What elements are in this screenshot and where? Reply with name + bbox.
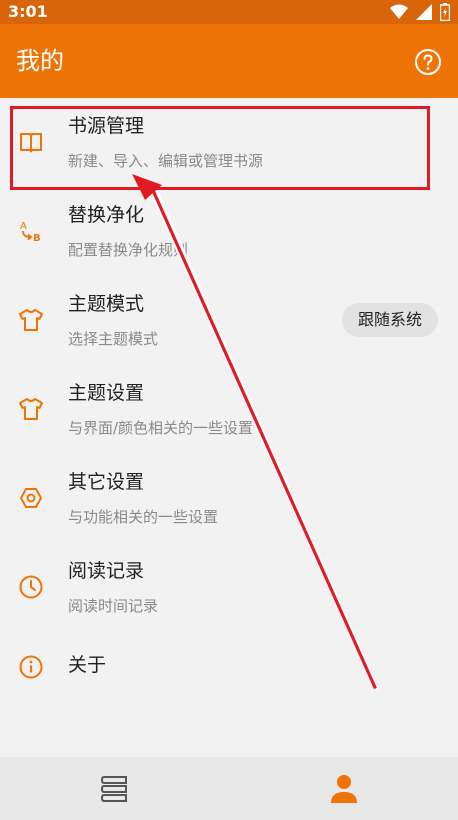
menu-item-subtitle: 阅读时间记录 bbox=[68, 597, 159, 615]
tshirt-icon bbox=[19, 309, 43, 331]
menu-item-subtitle: 新建、导入、编辑或管理书源 bbox=[68, 152, 264, 170]
page-title: 我的 bbox=[16, 47, 64, 75]
menu-item-subtitle: 配置替换净化规则 bbox=[68, 241, 189, 259]
menu-item-title: 主题设置 bbox=[68, 382, 145, 404]
menu-item-other-settings[interactable]: 其它设置 与功能相关的一些设置 bbox=[0, 454, 458, 543]
menu-item-replace[interactable]: A B 替换净化 配置替换净化规则 bbox=[0, 187, 458, 276]
clock-icon bbox=[19, 575, 43, 599]
book-icon bbox=[20, 133, 42, 153]
settings-list: 书源管理 新建、导入、编辑或管理书源 A B 替换净化 配置替换净化规则 主题模… bbox=[0, 98, 458, 702]
menu-item-title: 书源管理 bbox=[68, 115, 145, 137]
menu-item-subtitle: 与界面/颜色相关的一些设置 bbox=[68, 419, 254, 437]
menu-item-title: 关于 bbox=[68, 654, 107, 676]
svg-text:A: A bbox=[20, 221, 27, 232]
menu-item-book-source[interactable]: 书源管理 新建、导入、编辑或管理书源 bbox=[0, 98, 458, 187]
battery-icon bbox=[440, 3, 450, 21]
menu-item-title: 主题模式 bbox=[68, 293, 145, 315]
nav-tab-bookshelf[interactable] bbox=[0, 757, 229, 820]
nav-tab-my[interactable] bbox=[229, 757, 458, 820]
app-bar: 我的 bbox=[0, 24, 458, 98]
replace-ab-icon: A B bbox=[20, 221, 41, 244]
bookshelf-icon bbox=[100, 775, 127, 802]
info-icon bbox=[19, 655, 43, 679]
menu-item-subtitle: 与功能相关的一些设置 bbox=[68, 508, 219, 526]
menu-item-theme-mode[interactable]: 主题模式 选择主题模式 跟随系统 bbox=[0, 276, 458, 365]
menu-item-title: 替换净化 bbox=[68, 204, 145, 226]
status-time: 3:01 bbox=[8, 2, 48, 21]
help-circle-icon[interactable] bbox=[414, 48, 442, 76]
tshirt-icon bbox=[19, 398, 43, 420]
wifi-icon bbox=[390, 4, 408, 19]
status-bar: 3:01 bbox=[0, 0, 458, 24]
settings-hex-icon bbox=[20, 488, 42, 508]
menu-item-subtitle: 选择主题模式 bbox=[68, 330, 159, 348]
status-icons bbox=[390, 3, 450, 21]
menu-item-about[interactable]: 关于 bbox=[0, 632, 458, 702]
menu-item-theme-settings[interactable]: 主题设置 与界面/颜色相关的一些设置 bbox=[0, 365, 458, 454]
menu-item-reading-record[interactable]: 阅读记录 阅读时间记录 bbox=[0, 543, 458, 632]
person-icon bbox=[330, 774, 357, 803]
svg-text:B: B bbox=[33, 233, 41, 244]
signal-icon bbox=[416, 4, 432, 20]
theme-mode-value-chip[interactable]: 跟随系统 bbox=[341, 303, 438, 337]
menu-item-title: 阅读记录 bbox=[68, 560, 145, 582]
menu-item-title: 其它设置 bbox=[68, 471, 145, 493]
bottom-nav bbox=[0, 757, 458, 820]
